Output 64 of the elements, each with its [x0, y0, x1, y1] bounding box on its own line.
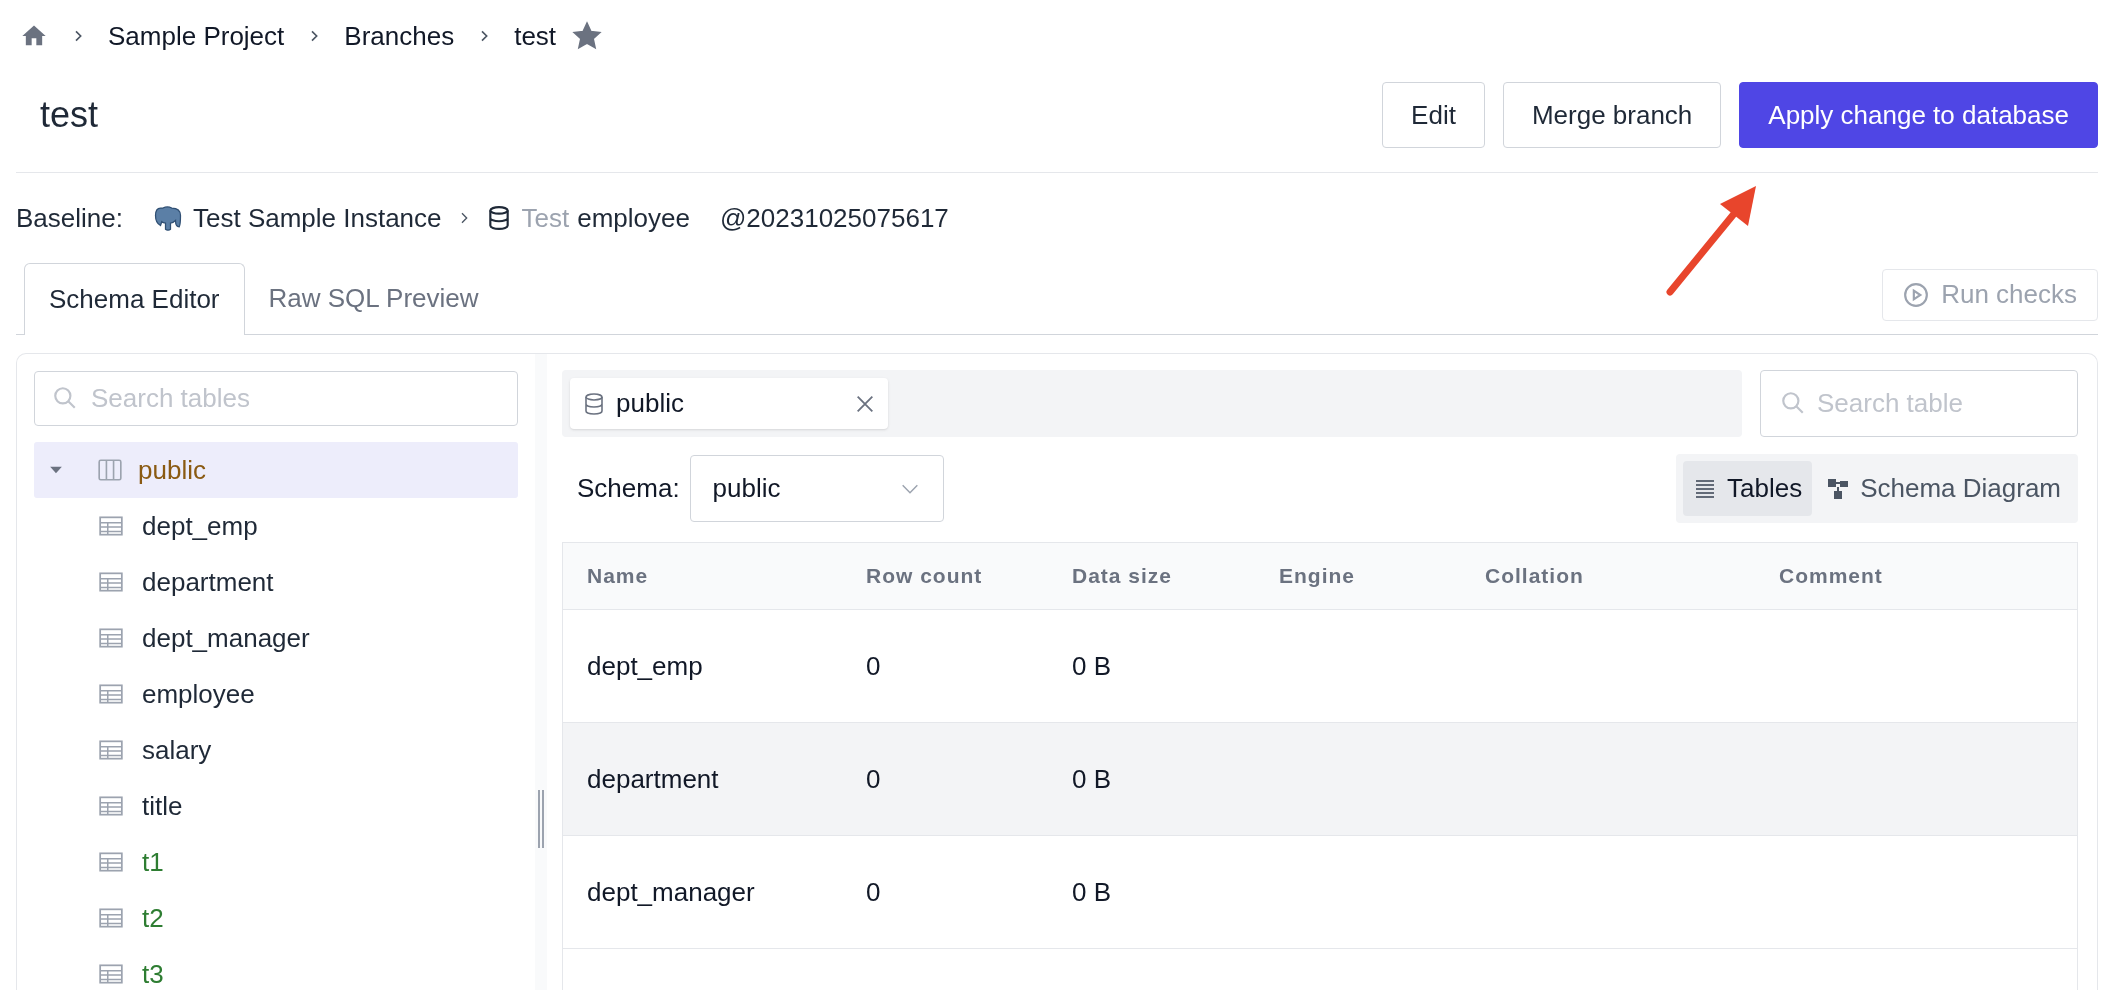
database-icon: [582, 391, 606, 416]
tab[interactable]: Schema Editor: [24, 263, 245, 335]
table-cell-text: 0 B: [1072, 875, 1113, 909]
search-icon: [1780, 390, 1806, 416]
table-cell-text: 0: [866, 762, 882, 796]
column-header: Name: [587, 563, 650, 590]
breadcrumb-link[interactable]: test: [514, 16, 557, 56]
table-cell-text: 0 B: [1072, 649, 1113, 683]
schema-label: Schema:: [577, 472, 680, 505]
page-title: test: [39, 93, 99, 137]
table-cell-text: dept_manager: [587, 875, 756, 909]
tree-item[interactable]: department: [34, 554, 518, 610]
tree-item[interactable]: employee: [34, 666, 518, 722]
play-icon: [1903, 281, 1930, 308]
view-button[interactable]: Schema Diagram: [1816, 461, 2071, 516]
table-icon: [98, 569, 124, 595]
column-header: Data size: [1072, 563, 1174, 590]
column-header: Comment: [1779, 563, 1884, 590]
tree-item[interactable]: t1: [34, 834, 518, 890]
column-header: Collation: [1485, 563, 1585, 590]
table-cell-text: department: [587, 762, 720, 796]
environment-name: Test: [521, 201, 570, 235]
tree-item[interactable]: title: [34, 778, 518, 834]
table-row[interactable]: department 0 0 B: [563, 722, 2077, 835]
view-button[interactable]: Tables: [1683, 461, 1813, 516]
tree-item[interactable]: t2: [34, 890, 518, 946]
action-button[interactable]: Merge branch: [1502, 82, 1722, 148]
database-name: employee: [577, 201, 690, 235]
resize-handle[interactable]: [538, 790, 544, 848]
tab[interactable]: Raw SQL Preview: [244, 262, 503, 334]
breadcrumb-link[interactable]: Branches: [344, 16, 455, 56]
tree-item[interactable]: salary: [34, 722, 518, 778]
instance-name: Test Sample Instance: [192, 201, 442, 235]
schema-tab[interactable]: public: [570, 378, 888, 429]
table-icon: [98, 681, 124, 707]
table-icon: [98, 625, 124, 651]
table-cell-text: 0: [866, 875, 882, 909]
diagram-icon: [1826, 476, 1851, 501]
search-field[interactable]: Search tables: [34, 371, 518, 426]
search-field[interactable]: Search table: [1760, 370, 2078, 437]
schema-select[interactable]: public: [689, 455, 944, 522]
tree-item[interactable]: public: [34, 442, 518, 498]
columns-icon: [96, 457, 124, 483]
table-cell-text: dept_emp: [587, 649, 704, 683]
search-icon: [52, 385, 78, 411]
table-icon: [98, 849, 124, 875]
column-header: Row count: [866, 563, 984, 590]
action-button[interactable]: Edit: [1382, 82, 1485, 148]
table-icon: [98, 737, 124, 763]
breadcrumb-link[interactable]: Sample Project: [108, 16, 285, 56]
table-icon: [98, 905, 124, 931]
tree-item[interactable]: dept_emp: [34, 498, 518, 554]
table-cell-text: 0: [866, 649, 882, 683]
table-icon: [98, 961, 124, 987]
action-button[interactable]: Apply change to database: [1739, 82, 2098, 148]
tree-item[interactable]: dept_manager: [34, 610, 518, 666]
baseline-label: Baseline:: [16, 201, 123, 235]
table-icon: [98, 513, 124, 539]
column-header: Engine: [1279, 563, 1356, 590]
tree-item[interactable]: t3: [34, 946, 518, 990]
star-icon[interactable]: [572, 21, 603, 51]
schema-version: @20231025075617: [719, 201, 949, 235]
table-cell-text: 0 B: [1072, 762, 1113, 796]
table-icon: [98, 793, 124, 819]
